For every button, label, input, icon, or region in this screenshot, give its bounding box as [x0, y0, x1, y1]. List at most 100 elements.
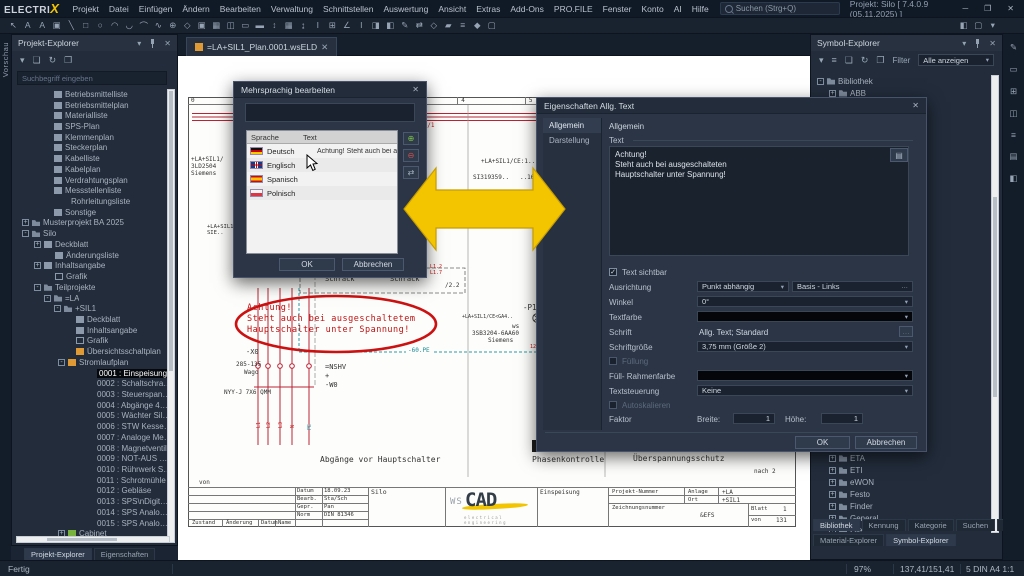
column-header[interactable]: Text [303, 133, 317, 142]
toolbar-icon[interactable]: ◡ [122, 20, 137, 32]
menu-item[interactable]: Auswertung [379, 4, 434, 14]
half-square-icon[interactable]: ◧ [1006, 173, 1022, 184]
tree-item[interactable]: 0010 : Rührwerk Silo 1 [14, 464, 172, 475]
tree-search-input[interactable]: Suchbegriff eingeben [17, 71, 167, 85]
menu-item[interactable]: Projekt [67, 4, 103, 14]
toolbar-icon[interactable]: ▰ [441, 20, 456, 32]
text-control-dropdown[interactable]: Keine▾ [697, 385, 913, 396]
tree-item[interactable]: 0011 : Schrotmühle [14, 475, 172, 486]
tree-item[interactable]: - Silo [14, 228, 172, 239]
expander-icon[interactable]: + [829, 90, 836, 97]
panel-toolbar-icon[interactable]: ❐ [876, 55, 884, 66]
rect-tool-icon[interactable]: ▭ [1006, 64, 1022, 75]
list-icon[interactable]: ≡ [1006, 130, 1022, 140]
close-tab-icon[interactable]: ✕ [321, 42, 328, 53]
add-translation-button[interactable]: ⊕ [403, 132, 419, 145]
expander-icon[interactable]: - [58, 359, 65, 366]
tree-item[interactable]: 0015 : SPS Analoge Ausgänge [14, 518, 172, 529]
tree-item[interactable]: Grafik [14, 271, 172, 282]
menu-item[interactable]: Fenster [598, 4, 637, 14]
global-search-input[interactable]: Suchen (Strg+Q) [720, 2, 840, 15]
panel-tab[interactable]: Suchen [956, 519, 995, 531]
tree-item[interactable]: Verdrahtungsplan [14, 175, 172, 186]
close-icon[interactable]: ✕ [912, 101, 919, 110]
menu-item[interactable]: PRO.FILE [549, 4, 598, 14]
menu-item[interactable]: Hilfe [687, 4, 714, 14]
toolbar-icon[interactable]: ▦ [209, 20, 224, 32]
tree-item[interactable]: 0012 : Gebläse [14, 486, 172, 497]
toolbar-icon[interactable]: ▭ [238, 20, 253, 32]
tree-item[interactable]: 0001 : Einspeisung [14, 368, 172, 379]
menu-item[interactable]: Ansicht [433, 4, 471, 14]
expander-icon[interactable]: - [22, 230, 29, 237]
toolbar-icon[interactable]: ⊞ [325, 20, 340, 32]
toolbar-icon[interactable]: ▢ [485, 20, 500, 32]
tree-item[interactable]: Kabelplan [14, 164, 172, 175]
pin-icon[interactable] [974, 39, 981, 48]
toolbar-icon[interactable]: ◧ [957, 20, 972, 31]
panel-toolbar-icon[interactable]: ▾ [819, 55, 824, 66]
tree-item[interactable]: 0014 : SPS Analoge Eingänge [14, 507, 172, 518]
tree-item[interactable]: Betriebsmittelliste [14, 89, 172, 100]
chevron-down-icon[interactable]: ▾ [962, 39, 966, 48]
language-row[interactable]: Polnisch [247, 186, 397, 200]
tree-item[interactable]: + ETI [815, 464, 993, 476]
toolbar-icon[interactable]: ▣ [50, 20, 65, 32]
toolbar-icon[interactable]: ◆ [470, 20, 485, 32]
multilang-preview-input[interactable] [245, 103, 415, 122]
horizontal-scrollbar[interactable] [16, 536, 170, 543]
toolbar-icon[interactable]: ╲ [64, 20, 79, 32]
vorschau-vertical-tab[interactable]: Vorschau [1, 42, 11, 77]
expander-icon[interactable]: + [34, 262, 41, 269]
toolbar-icon[interactable]: ▾ [986, 20, 1001, 31]
panel-tab[interactable]: Bibliothek [813, 519, 860, 531]
panel-tab[interactable]: Symbol-Explorer [886, 534, 955, 546]
tree-item[interactable]: + Finder [815, 500, 993, 512]
multilang-edit-button[interactable]: ▤ [890, 148, 908, 162]
tree-item[interactable]: Kabelliste [14, 153, 172, 164]
filter-dropdown[interactable]: Alle anzeigen▾ [918, 54, 994, 66]
menu-item[interactable]: Ändern [177, 4, 214, 14]
close-icon[interactable]: ✕ [164, 39, 171, 48]
panel-tab[interactable]: Projekt-Explorer [24, 548, 92, 560]
menu-item[interactable]: Add-Ons [505, 4, 549, 14]
tree-item[interactable]: - Stromlaufplan [14, 357, 172, 368]
panel-toolbar-icon[interactable]: ≡ [832, 55, 837, 66]
toolbar-icon[interactable]: A [21, 20, 36, 32]
toolbar-icon[interactable]: ∿ [151, 20, 166, 32]
tree-item[interactable]: Klemmenplan [14, 132, 172, 143]
pin-icon[interactable] [149, 39, 156, 48]
tree-item[interactable]: 0004 : Abgänge 400 VAC [14, 400, 172, 411]
minimize-button[interactable]: ─ [962, 4, 968, 13]
cancel-button[interactable]: Abbrechen [855, 436, 917, 449]
alignment-mode-dropdown[interactable]: Punkt abhängig▾ [697, 281, 789, 292]
table-icon[interactable]: ▤ [1006, 151, 1022, 162]
vertical-scrollbar[interactable] [991, 75, 999, 533]
cancel-button[interactable]: Abbrechen [342, 258, 404, 271]
panel-toolbar-icon[interactable]: ↻ [49, 55, 57, 66]
expander-icon[interactable]: - [817, 78, 824, 85]
text-visible-checkbox[interactable]: ✓ [609, 268, 617, 276]
expander-icon[interactable]: - [44, 295, 51, 302]
toolbar-icon[interactable]: ⌒ [137, 20, 152, 32]
panel-tab[interactable]: Eigenschaften [94, 548, 156, 560]
toolbar-icon[interactable]: ∠ [340, 20, 355, 32]
status-zoom[interactable]: 97% [854, 564, 871, 574]
language-row[interactable]: Englisch [247, 158, 397, 172]
tree-item[interactable]: + eWON [815, 476, 993, 488]
menu-item[interactable]: Schnittstellen [318, 4, 379, 14]
alignment-base-field[interactable]: Basis - Links… [792, 281, 913, 292]
dialog-tab[interactable]: Allgemein [543, 118, 601, 133]
tree-item[interactable]: Steckerplan [14, 143, 172, 154]
toolbar-icon[interactable]: I [311, 20, 326, 32]
tree-item[interactable]: 0013 : SPS\nDigitale Eingänge [14, 496, 172, 507]
tree-item[interactable]: 0008 : Magnetventile [14, 443, 172, 454]
tree-item[interactable]: Rohrleitungsliste [14, 196, 172, 207]
toolbar-icon[interactable]: ◇ [427, 20, 442, 32]
toolbar-icon[interactable]: ◠ [108, 20, 123, 32]
panel-toolbar-icon[interactable]: ↻ [861, 55, 869, 66]
tree-item[interactable]: 0005 : Wächter Silo 1 [14, 411, 172, 422]
expander-icon[interactable]: - [34, 284, 41, 291]
tree-item[interactable]: Übersichtsschaltplan [14, 346, 172, 357]
tree-item[interactable]: - Bibliothek [815, 75, 993, 87]
